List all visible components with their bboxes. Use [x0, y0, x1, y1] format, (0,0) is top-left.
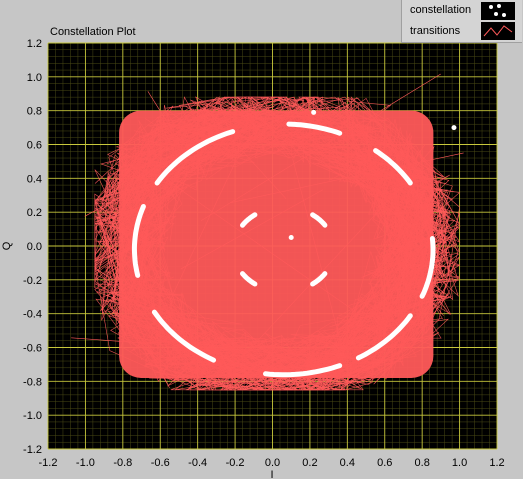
legend-item-constellation: constellation — [410, 4, 472, 16]
y-tick-label: 0.0 — [27, 241, 42, 253]
x-tick-label: -1.2 — [39, 457, 58, 469]
x-tick-label: -0.4 — [188, 457, 207, 469]
x-tick-label: 0.2 — [302, 457, 317, 469]
constellation-point — [451, 125, 457, 131]
x-tick-label: 1.2 — [489, 457, 504, 469]
white-dots-icon[interactable] — [481, 2, 515, 20]
y-tick-label: 1.2 — [27, 38, 42, 50]
y-tick-label: 1.0 — [27, 72, 42, 84]
x-tick-label: -1.0 — [76, 457, 95, 469]
x-tick-label: 0.0 — [265, 457, 280, 469]
x-tick-label: 0.4 — [340, 457, 355, 469]
y-tick-label: -0.8 — [23, 376, 42, 388]
constellation-chart: -1.2 -1.0 -0.8 -0.6 -0.4 -0.2 0.0 0.2 0.4 0.6 0.8 1… — [1, 38, 505, 479]
x-tick-label: 0.6 — [377, 457, 392, 469]
y-tick-label: -0.4 — [23, 309, 42, 321]
y-tick-label: -1.2 — [23, 444, 42, 456]
red-zigzag-icon[interactable] — [481, 22, 515, 40]
y-tick-label: 0.4 — [27, 173, 42, 185]
constellation-point — [311, 109, 317, 115]
x-tick-labels: -1.2 -1.0 -0.8 -0.6 -0.4 -0.2 0.0 0.2 0.4 0.6 0.8 1… — [39, 457, 505, 469]
constellation-point — [288, 235, 294, 241]
x-tick-label: 1.0 — [452, 457, 467, 469]
legend-item-transitions: transitions — [410, 25, 461, 37]
y-tick-label: -0.6 — [23, 343, 42, 355]
transitions-series — [71, 73, 464, 391]
x-tick-label: -0.6 — [151, 457, 170, 469]
y-tick-labels: 1.2 1.0 0.8 0.6 0.4 0.2 0.0 -0.2 -0.4 -0.6 -0.8 -1.… — [23, 38, 42, 456]
y-axis-label: Q — [1, 241, 13, 250]
x-tick-label: 0.8 — [415, 457, 430, 469]
plot-legend[interactable]: constellation transitions — [401, 0, 522, 43]
plot-panel: -1.2 -1.0 -0.8 -0.6 -0.4 -0.2 0.0 0.2 0.4 0.6 0.8 1… — [0, 0, 523, 479]
y-tick-label: -1.0 — [23, 410, 42, 422]
x-tick-label: -0.8 — [113, 457, 132, 469]
plot-title: Constellation Plot — [50, 26, 136, 38]
y-tick-label: 0.6 — [27, 140, 42, 152]
x-tick-label: -0.2 — [226, 457, 245, 469]
y-tick-label: -0.2 — [23, 275, 42, 287]
y-tick-label: 0.8 — [27, 106, 42, 118]
y-tick-label: 0.2 — [27, 207, 42, 219]
x-axis-label: I — [270, 469, 273, 479]
